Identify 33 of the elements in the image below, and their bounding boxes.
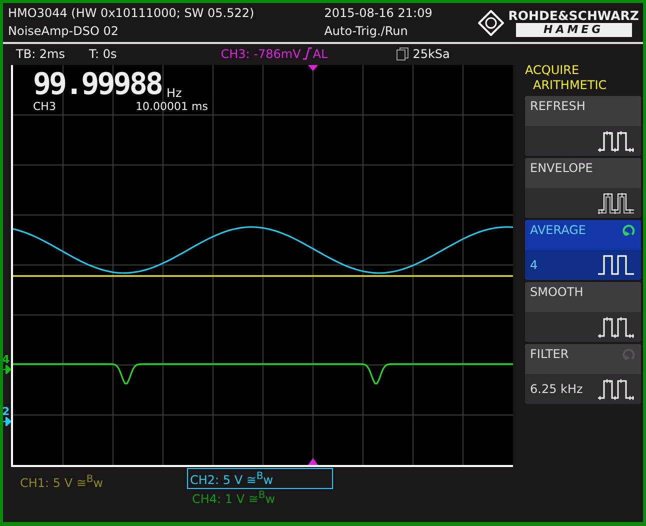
menu-button-label: ENVELOPE bbox=[530, 161, 593, 177]
trigger-position-icon bbox=[308, 65, 318, 71]
brand-name: ROHDE&SCHWARZ bbox=[508, 8, 639, 23]
trigger-position-icon bbox=[308, 458, 318, 465]
logo-icon bbox=[478, 10, 504, 36]
trigger-label: CH3: -786mV bbox=[220, 46, 301, 61]
counter-channel: CH3 bbox=[33, 100, 56, 113]
sample-rate-label: 25kSa bbox=[412, 46, 450, 61]
device-name: NoiseAmp-DSO 02 bbox=[8, 24, 120, 40]
menu-subtitle: ARITHMETIC bbox=[533, 78, 608, 93]
menu-button-label: FILTER bbox=[530, 347, 569, 363]
frequency-reading: 99.99988 bbox=[33, 70, 162, 100]
menu-button-value: 4 bbox=[530, 258, 538, 272]
channel-setting[interactable]: CH2: 5 V ≅$^{B}$w bbox=[187, 468, 333, 489]
date-time: 2015-08-16 21:09 bbox=[324, 6, 432, 22]
menu-button-value: 6.25 kHz bbox=[530, 382, 583, 396]
trigger-mode: Auto-Trig./Run bbox=[324, 24, 409, 40]
menu-button-label: REFRESH bbox=[530, 99, 586, 115]
menu-button-label: AVERAGE bbox=[530, 223, 586, 239]
memory-icon bbox=[396, 46, 409, 61]
trigger-source-label: AL bbox=[312, 46, 328, 61]
time-offset-label: T: 0s bbox=[89, 46, 117, 61]
menu-title: ACQUIRE bbox=[525, 63, 580, 78]
device-model: HMO3044 (HW 0x10111000; SW 05.522) bbox=[8, 6, 254, 22]
channel-setting[interactable]: CH1: 5 V ≅$^{B}$w bbox=[17, 471, 106, 492]
frequency-unit: Hz bbox=[166, 86, 182, 100]
period-reading: 10.00001 ms bbox=[136, 100, 208, 113]
menu-button-label: SMOOTH bbox=[530, 285, 584, 301]
rising-edge-icon bbox=[302, 47, 312, 60]
timebase-label: TB: 2ms bbox=[16, 46, 65, 61]
brand-subname: HAMEG bbox=[516, 22, 632, 37]
channel-setting[interactable]: CH4: 1 V ≅$^{B}$w bbox=[189, 487, 278, 508]
channel-marker[interactable]: 2 bbox=[3, 407, 11, 417]
